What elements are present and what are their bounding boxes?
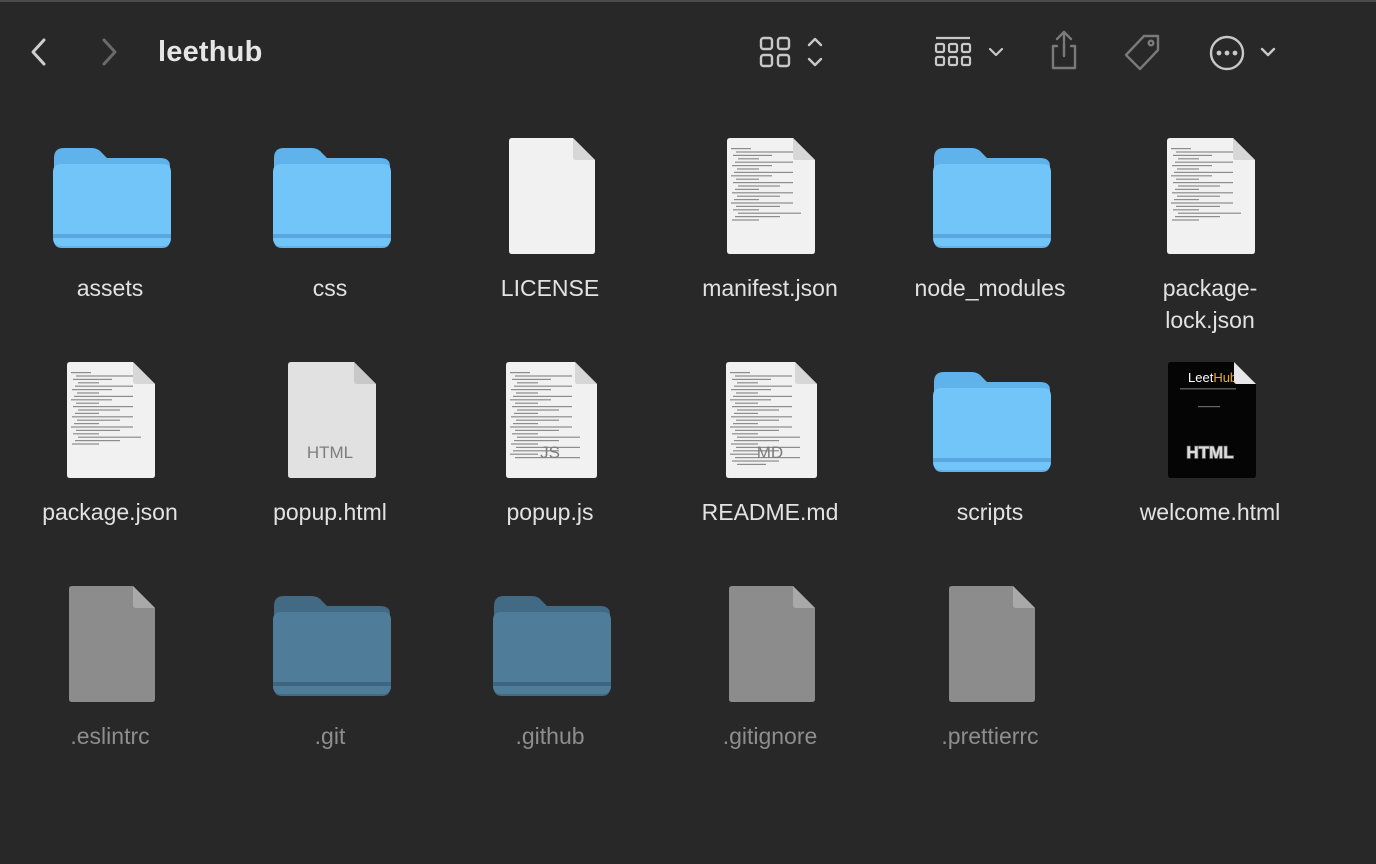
html-document-icon: HTML [220,354,440,484]
svg-text:HTML: HTML [1186,443,1233,462]
document-icon [880,578,1100,708]
file-name: assets [76,275,144,301]
document-icon [0,578,220,708]
file-item[interactable]: css [220,130,440,350]
file-name: .git [314,723,346,749]
file-name: .gitignore [722,723,818,749]
file-item[interactable]: .eslintrc [0,578,220,798]
file-name: package- lock.json [1162,275,1258,333]
svg-text:LeetHub: LeetHub [1188,370,1237,385]
svg-text:JS: JS [540,443,560,462]
file-name: popup.html [273,499,387,525]
file-item[interactable]: package.json [0,354,220,574]
markdown-document-icon: MD [660,354,880,484]
document-icon [660,578,880,708]
file-name: package.json [42,499,178,525]
file-name: popup.js [506,499,594,525]
folder-icon [220,578,440,708]
file-item[interactable]: HTML popup.html [220,354,440,574]
file-name: .prettierrc [941,723,1039,749]
file-item[interactable]: node_modules [880,130,1100,350]
svg-text:HTML: HTML [307,443,353,462]
file-name: .github [515,723,585,749]
file-name: css [312,275,348,301]
file-item[interactable]: scripts [880,354,1100,574]
file-name: node_modules [914,275,1066,301]
file-name: welcome.html [1139,499,1281,525]
file-item[interactable]: .git [220,578,440,798]
file-item[interactable]: .prettierrc [880,578,1100,798]
file-item[interactable]: .gitignore [660,578,880,798]
file-name: manifest.json [702,275,838,301]
html-document-icon: LeetHub HTML [1100,354,1320,484]
file-item[interactable]: .github [440,578,660,798]
folder-icon [440,578,660,708]
file-item[interactable]: JS popup.js [440,354,660,574]
file-name: scripts [956,499,1024,525]
document-icon [440,130,660,260]
text-document-icon [1100,130,1320,260]
file-item[interactable]: LICENSE [440,130,660,350]
file-item[interactable]: LeetHub HTML welcome.html [1100,354,1320,574]
folder-icon [880,130,1100,260]
file-name: README.md [701,499,839,525]
file-icon-grid: assets css LICENSE manifest.json node_mo… [0,0,1376,864]
file-item[interactable]: MD README.md [660,354,880,574]
file-name: .eslintrc [70,723,150,749]
file-item[interactable]: assets [0,130,220,350]
folder-icon [0,130,220,260]
folder-icon [880,354,1100,484]
file-item[interactable]: manifest.json [660,130,880,350]
javascript-document-icon: JS [440,354,660,484]
file-name: LICENSE [500,275,600,301]
text-document-icon [660,130,880,260]
svg-text:MD: MD [757,443,783,462]
text-document-icon [0,354,220,484]
file-item[interactable]: package- lock.json [1100,130,1320,350]
folder-icon [220,130,440,260]
